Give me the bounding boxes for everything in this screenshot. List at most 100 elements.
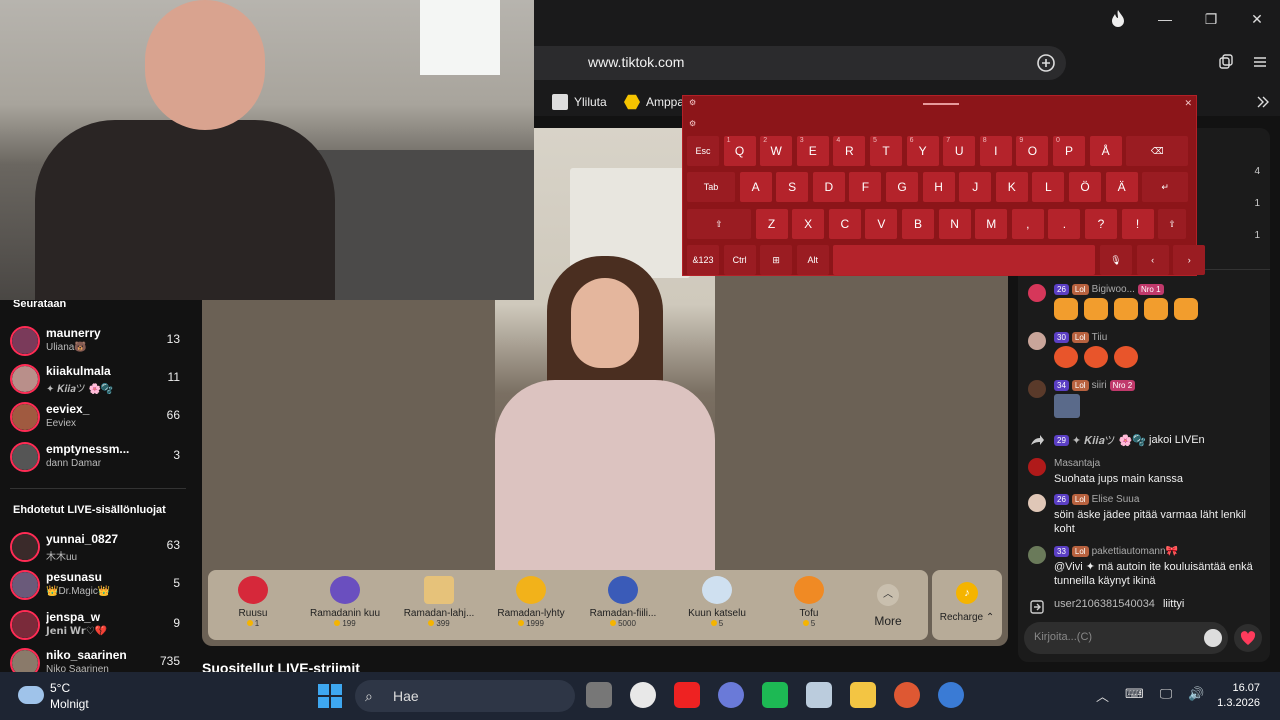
duckduckgo-icon[interactable] bbox=[894, 682, 920, 708]
key-key[interactable]: K bbox=[995, 172, 1028, 202]
gift-kuun-katselu[interactable]: Kuun katselu 5 bbox=[672, 576, 762, 636]
sidebar-item-emptynessm[interactable]: emptynessm... dann Damar 3 bbox=[10, 440, 190, 476]
start-button[interactable] bbox=[318, 684, 342, 708]
key-key[interactable]: L bbox=[1032, 172, 1065, 202]
file-explorer-icon[interactable] bbox=[850, 682, 876, 708]
key-key[interactable]: J bbox=[959, 172, 992, 202]
app-icon[interactable] bbox=[762, 682, 788, 708]
key-key[interactable]: C bbox=[828, 209, 861, 239]
app-icon[interactable] bbox=[718, 682, 744, 708]
menu-icon[interactable] bbox=[1252, 54, 1268, 70]
sidebar-item-jenspa[interactable]: jenspa_w 𝗝𝗲𝗻𝗶 𝗪𝗿♡💔 9 bbox=[10, 608, 190, 644]
browser-app-icon[interactable] bbox=[630, 682, 656, 708]
key-key[interactable]: ⊞ bbox=[760, 245, 793, 275]
key-key[interactable]: F bbox=[849, 172, 882, 202]
key-key[interactable]: Esc bbox=[687, 136, 719, 166]
key-key[interactable]: Ctrl bbox=[723, 245, 756, 275]
key-key[interactable]: › bbox=[1173, 245, 1206, 275]
key-key[interactable]: Å bbox=[1089, 136, 1122, 166]
key-key[interactable]: Ö bbox=[1069, 172, 1101, 202]
key-key[interactable]: R4 bbox=[833, 136, 866, 166]
sidebar-item-maunerry[interactable]: maunerry Uliana🐻 13 bbox=[10, 324, 190, 360]
key-key[interactable]: T5 bbox=[870, 136, 902, 166]
chat-username[interactable]: Masantaja bbox=[1054, 458, 1100, 469]
key-key[interactable]: ⇧ bbox=[687, 209, 751, 239]
key-key[interactable]: Q1 bbox=[723, 136, 756, 166]
chat-input[interactable]: Kirjoita...(C) bbox=[1024, 622, 1228, 654]
key-key[interactable]: Tab bbox=[687, 172, 735, 202]
app-icon[interactable] bbox=[674, 682, 700, 708]
clock[interactable]: 16.07 1.3.2026 bbox=[1217, 681, 1260, 711]
emoji-icon[interactable] bbox=[1204, 629, 1222, 647]
key-key[interactable]: ⌫ bbox=[1126, 136, 1189, 166]
key-key[interactable]: I8 bbox=[979, 136, 1012, 166]
keyboard-titlebar[interactable]: ⚙ ✕ bbox=[683, 96, 1198, 114]
gift-ramadan-lyhty[interactable]: Ramadan-lyhty 1999 bbox=[486, 576, 576, 636]
key-key[interactable]: 🎙 bbox=[1100, 245, 1132, 275]
key-key[interactable]: ↵ bbox=[1142, 172, 1189, 202]
chat-username[interactable]: Bigiwoo... bbox=[1092, 284, 1135, 295]
task-view-icon[interactable] bbox=[586, 682, 612, 708]
key-key[interactable]: X bbox=[792, 209, 825, 239]
gift-ramadan-fiilis[interactable]: Ramadan-fiili... 5000 bbox=[578, 576, 668, 636]
gift-tofu[interactable]: Tofu 5 bbox=[764, 576, 854, 636]
sidebar-item-eeviex[interactable]: eeviex_ Eeviex 66 bbox=[10, 400, 190, 436]
key-key[interactable]: S bbox=[776, 172, 809, 202]
key-key[interactable]: , bbox=[1011, 209, 1044, 239]
like-button[interactable] bbox=[1234, 624, 1262, 652]
chat-username[interactable]: user2106381540034 bbox=[1054, 598, 1155, 610]
key-key[interactable]: V bbox=[865, 209, 898, 239]
calculator-icon[interactable] bbox=[806, 682, 832, 708]
bookmark-amppa[interactable]: Amppa bbox=[624, 94, 684, 110]
chat-username[interactable]: pakettiautomann🎀 bbox=[1092, 546, 1178, 557]
more-gifts-button[interactable]: ︿ More bbox=[864, 578, 912, 634]
key-key[interactable]: ! bbox=[1121, 209, 1154, 239]
on-screen-keyboard[interactable]: ⚙ ✕ ⚙ Esc Q 1 W 2 E 3 R 4 T 5 Y 6 U 7 I 8 O 9 P 0 Å ⌫ Tab A S D F G H… bbox=[682, 95, 1206, 276]
volume-icon[interactable]: 🔊 bbox=[1188, 686, 1204, 705]
gift-ramadan-lahja[interactable]: Ramadan-lahj... 399 bbox=[394, 576, 484, 636]
key-key[interactable]: H bbox=[922, 172, 955, 202]
key-key[interactable]: G bbox=[886, 172, 918, 202]
chevron-up-icon[interactable]: ︿ bbox=[1096, 686, 1109, 705]
key-key[interactable]: U7 bbox=[943, 136, 976, 166]
key-key[interactable]: ⇧ bbox=[1158, 209, 1187, 239]
gift-ruusu[interactable]: Ruusu 1 bbox=[208, 576, 298, 636]
chat-username[interactable]: Tiiu bbox=[1092, 332, 1108, 343]
chat-image[interactable] bbox=[1054, 394, 1080, 418]
chat-username[interactable]: Elise Suua bbox=[1092, 494, 1140, 505]
key-key[interactable]: E3 bbox=[796, 136, 829, 166]
address-bar[interactable]: www.tiktok.com bbox=[534, 46, 1066, 80]
key-key[interactable]: D bbox=[812, 172, 845, 202]
key-key[interactable]: &123 bbox=[687, 245, 719, 275]
key-key[interactable]: P0 bbox=[1053, 136, 1085, 166]
chevron-double-right-icon[interactable] bbox=[1256, 95, 1270, 109]
key-key[interactable]: O9 bbox=[1016, 136, 1049, 166]
key-key[interactable]: W2 bbox=[760, 136, 793, 166]
key-space[interactable] bbox=[833, 245, 1096, 275]
chat-username[interactable]: ✦ 𝑲𝒊𝒊𝒂ツ 🌸🫧 bbox=[1072, 432, 1146, 448]
key-key[interactable]: Y6 bbox=[906, 136, 939, 166]
gift-ramadanin-kuu[interactable]: Ramadanin kuu 199 bbox=[300, 576, 390, 636]
key-key[interactable]: ? bbox=[1085, 209, 1117, 239]
gear-icon[interactable]: ⚙ bbox=[689, 98, 696, 107]
minimize-button[interactable]: — bbox=[1142, 11, 1188, 27]
key-key[interactable]: ‹ bbox=[1136, 245, 1169, 275]
sidebar-item-yunnai[interactable]: yunnai_0827 木木uu 63 bbox=[10, 530, 190, 566]
key-key[interactable]: Ä bbox=[1105, 172, 1138, 202]
settings-icon[interactable]: ⚙ bbox=[689, 119, 696, 128]
drag-handle[interactable] bbox=[923, 103, 959, 105]
sidebar-item-pesunasu[interactable]: pesunasu 👑Dr.Magic👑 5 bbox=[10, 568, 190, 604]
app-icon[interactable] bbox=[938, 682, 964, 708]
keyboard-icon[interactable]: ⌨ bbox=[1125, 686, 1144, 705]
key-key[interactable]: Alt bbox=[796, 245, 829, 275]
recharge-button[interactable]: ♪ Recharge ⌃ bbox=[932, 570, 1002, 640]
tabs-icon[interactable] bbox=[1218, 54, 1234, 70]
network-icon[interactable]: 🖵 bbox=[1160, 686, 1173, 705]
maximize-button[interactable]: ❐ bbox=[1188, 11, 1234, 28]
chat-username[interactable]: siiri bbox=[1092, 380, 1107, 391]
key-key[interactable]: B bbox=[902, 209, 934, 239]
key-key[interactable]: Z bbox=[755, 209, 788, 239]
ai-chat-icon[interactable] bbox=[1036, 53, 1056, 73]
sidebar-item-kiiakulmala[interactable]: kiiakulmala ✦ 𝑲𝒊𝒊𝒂ツ 🌸🫧 11 bbox=[10, 362, 190, 398]
key-key[interactable]: A bbox=[739, 172, 772, 202]
